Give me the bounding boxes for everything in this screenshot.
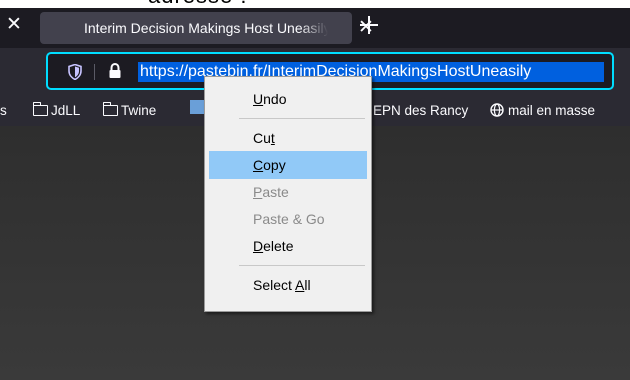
close-icon[interactable]: ✕ (6, 15, 24, 34)
tab-active[interactable]: Interim Decision Makings Host Uneasily ✕ (40, 12, 374, 44)
cropped-text: adresse : (148, 0, 248, 8)
globe-icon (490, 103, 504, 117)
bookmark-label: mail en masse (508, 103, 596, 118)
bookmark-folder-twine[interactable]: Twine (102, 102, 157, 120)
menu-item-cut[interactable]: Cut (209, 124, 367, 152)
context-menu: Undo Cut Copy Paste Paste & Go Delete Se… (204, 76, 372, 312)
bookmark-favicon-icon[interactable] (190, 100, 204, 114)
bookmark-label: Twine (121, 103, 157, 118)
menu-item-paste-and-go[interactable]: Paste & Go (209, 205, 367, 233)
bookmark-epn-des-rancy[interactable]: EPN des Rancy (373, 102, 468, 120)
lock-icon[interactable] (108, 63, 122, 79)
menu-item-select-all[interactable]: Select All (209, 271, 367, 299)
menu-item-copy[interactable]: Copy (209, 151, 367, 179)
tab-strip: ✕ Interim Decision Makings Host Uneasily… (0, 8, 630, 48)
urlbar-separator (94, 64, 95, 80)
folder-icon (32, 102, 48, 116)
browser-window: ✕ Interim Decision Makings Host Uneasily… (0, 8, 630, 380)
menu-separator (239, 118, 365, 119)
bookmark-mail-en-masse[interactable]: mail en masse (490, 102, 595, 120)
tab-title: Interim Decision Makings Host Uneasily (84, 20, 328, 38)
favicon-icon (58, 21, 70, 33)
menu-item-delete[interactable]: Delete (209, 232, 367, 260)
bookmark-item[interactable]: s (0, 102, 7, 120)
menu-item-paste[interactable]: Paste (209, 178, 367, 206)
menu-separator (239, 265, 365, 266)
folder-icon (102, 102, 118, 116)
top-strip: adresse : (0, 0, 630, 8)
bookmark-label: JdLL (51, 103, 81, 118)
new-tab-plus-icon[interactable] (358, 14, 380, 36)
bookmark-folder-jdll[interactable]: JdLL (32, 102, 81, 120)
menu-item-undo[interactable]: Undo (209, 85, 367, 113)
tracking-shield-icon[interactable] (68, 64, 82, 80)
